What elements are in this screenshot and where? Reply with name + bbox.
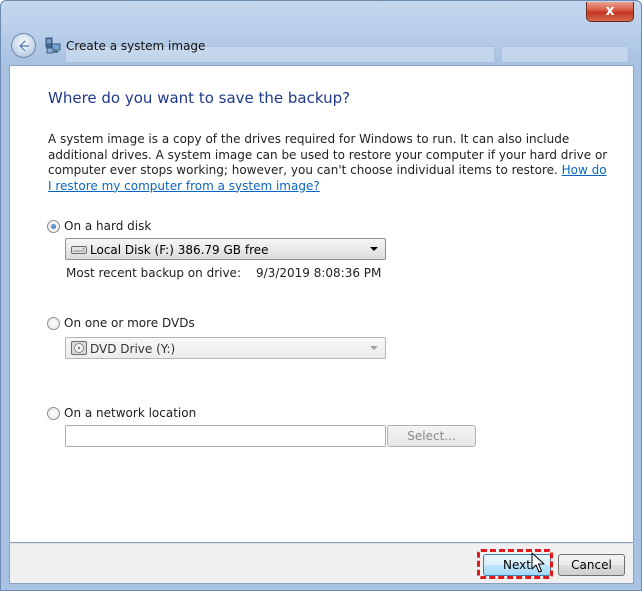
network-option[interactable]: On a network location [47,406,196,420]
window-title: Create a system image [66,39,206,53]
hard-drive-icon [71,246,87,254]
network-location-input[interactable] [65,425,386,447]
dvd-drive-icon [71,341,87,355]
chevron-down-icon [370,346,378,350]
dvd-option[interactable]: On one or more DVDs [47,316,195,330]
search-box-background [501,46,629,63]
hard-disk-radio[interactable] [47,219,60,233]
close-button[interactable]: x [586,2,634,22]
select-network-button[interactable]: Select... [387,425,476,447]
dvd-radio[interactable] [47,316,60,330]
page-heading: Where do you want to save the backup? [48,89,351,107]
back-button[interactable] [11,33,36,58]
chevron-down-icon [370,247,378,251]
network-radio[interactable] [47,406,60,420]
hard-disk-label[interactable]: On a hard disk [64,219,151,233]
dvd-selected-value: DVD Drive (Y:) [90,342,176,356]
dvd-label[interactable]: On one or more DVDs [64,316,195,330]
wizard-window: x Create a system image Where do you wan… [0,0,642,591]
recent-backup-label: Most recent backup on drive: [66,266,241,280]
dvd-dropdown[interactable]: DVD Drive (Y:) [65,337,386,359]
hard-disk-selected-value: Local Disk (F:) 386.79 GB free [90,243,269,257]
system-image-icon [45,37,61,54]
hard-disk-option[interactable]: On a hard disk [47,219,151,233]
hard-disk-dropdown[interactable]: Local Disk (F:) 386.79 GB free [65,238,386,260]
mouse-pointer-icon [531,552,545,573]
description-text: A system image is a copy of the drives r… [48,132,608,177]
network-label[interactable]: On a network location [64,406,196,420]
recent-backup-value: 9/3/2019 8:08:36 PM [256,266,382,280]
back-arrow-icon [18,39,31,53]
close-icon: x [605,3,615,19]
page-description: A system image is a copy of the drives r… [48,132,608,194]
wizard-content: Where do you want to save the backup? A … [9,65,634,543]
cancel-button[interactable]: Cancel [558,554,625,576]
